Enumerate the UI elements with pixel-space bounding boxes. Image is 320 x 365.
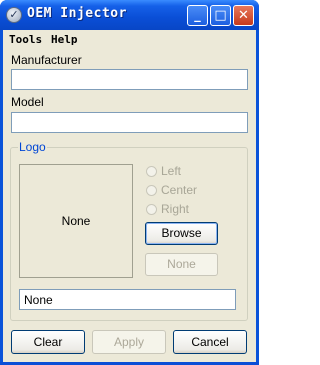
maximize-button[interactable]: □ bbox=[210, 5, 231, 26]
manufacturer-label: Manufacturer bbox=[11, 53, 82, 67]
menu-bar: Tools Help bbox=[3, 30, 256, 50]
menu-help[interactable]: Help bbox=[51, 33, 78, 46]
menu-tools[interactable]: Tools bbox=[9, 33, 42, 46]
radio-left-label: Left bbox=[161, 164, 182, 178]
cancel-button[interactable]: Cancel bbox=[173, 330, 247, 354]
radio-center-label: Center bbox=[161, 183, 198, 197]
logo-group-title: Logo bbox=[18, 140, 47, 154]
logo-none-button[interactable]: None bbox=[145, 253, 218, 276]
browse-button[interactable]: Browse bbox=[145, 222, 218, 245]
apply-button[interactable]: Apply bbox=[92, 330, 166, 354]
logo-path-input[interactable] bbox=[19, 289, 236, 310]
app-window: ✓ OEM Injector _ □ ✕ Tools Help Manufact… bbox=[0, 0, 259, 365]
radio-left-dot[interactable] bbox=[146, 166, 157, 177]
close-button[interactable]: ✕ bbox=[233, 5, 254, 26]
logo-preview: None bbox=[19, 164, 133, 278]
title-bar[interactable]: ✓ OEM Injector _ □ ✕ bbox=[0, 0, 259, 30]
radio-center-dot[interactable] bbox=[146, 185, 157, 196]
model-input[interactable] bbox=[11, 112, 248, 133]
client-area: Tools Help Manufacturer Model Logo None … bbox=[3, 30, 256, 362]
manufacturer-input[interactable] bbox=[11, 69, 248, 90]
radio-right-label: Right bbox=[161, 202, 190, 216]
minimize-button[interactable]: _ bbox=[187, 5, 208, 26]
logo-preview-text: None bbox=[61, 214, 91, 228]
clear-button[interactable]: Clear bbox=[11, 330, 85, 354]
logo-groupbox: Logo None Left Center Right Browse None bbox=[10, 140, 248, 321]
check-circle-icon: ✓ bbox=[6, 7, 22, 23]
window-title: OEM Injector bbox=[27, 6, 127, 21]
radio-right-dot[interactable] bbox=[146, 204, 157, 215]
model-label: Model bbox=[11, 95, 44, 109]
